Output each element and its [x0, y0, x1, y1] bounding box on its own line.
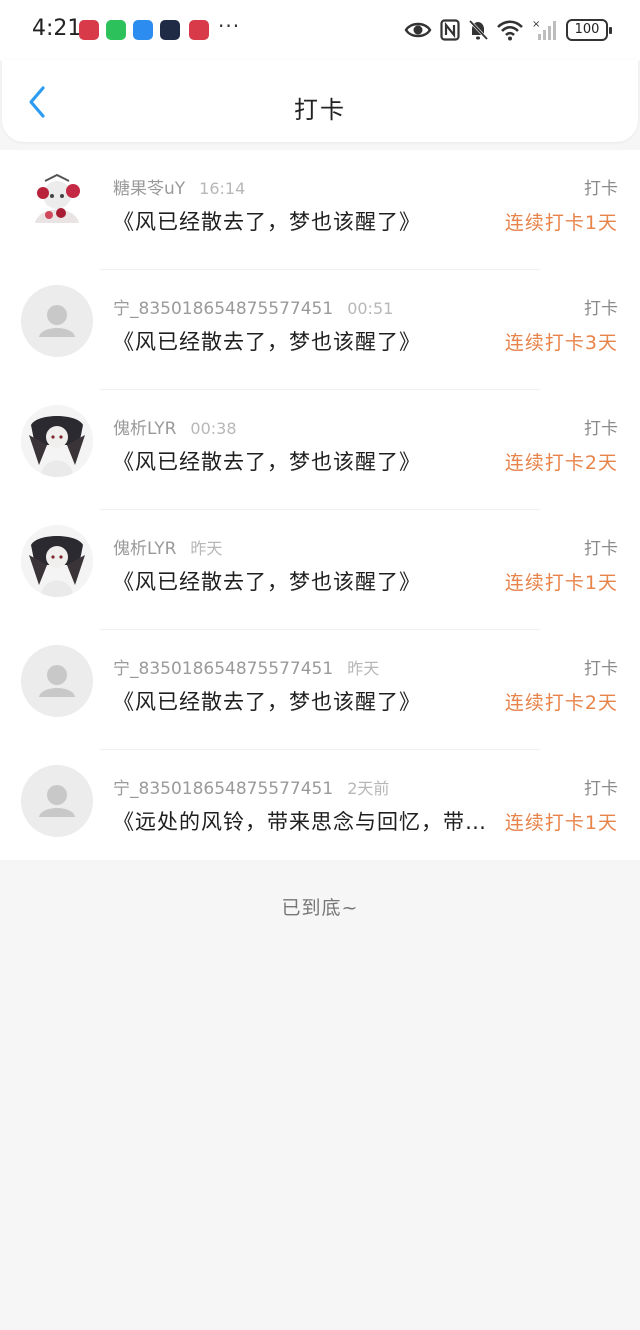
record-time: 16:14 [199, 179, 246, 198]
huawei-app-icon [189, 20, 209, 40]
signal-icon: × [532, 19, 558, 41]
record-content[interactable]: 《风已经散去了，梦也该醒了》 [113, 326, 503, 356]
default-avatar-icon[interactable] [21, 765, 93, 837]
checkin-label: 打卡 [584, 299, 618, 319]
more-notifications-icon: ··· [218, 14, 241, 38]
record-meta: 傀析LYR 00:38 [113, 414, 237, 439]
eye-icon [404, 20, 432, 40]
checkin-label: 打卡 [584, 539, 618, 559]
record-time: 昨天 [347, 659, 380, 678]
record-meta: 宁_835018654875577451 00:51 [113, 294, 393, 319]
username[interactable]: 宁_835018654875577451 [113, 659, 333, 679]
record-meta: 宁_835018654875577451 2天前 [113, 774, 389, 799]
record-meta: 宁_835018654875577451 昨天 [113, 654, 379, 679]
record-meta: 糖果苓uY 16:14 [113, 174, 245, 199]
nfc-icon [440, 19, 460, 41]
checkin-label: 打卡 [584, 659, 618, 679]
username[interactable]: 宁_835018654875577451 [113, 299, 333, 319]
svg-text:×: × [532, 19, 540, 30]
checkin-row[interactable]: 宁_835018654875577451 昨天 《风已经散去了，梦也该醒了》 打卡… [0, 630, 640, 750]
checkin-row[interactable]: 傀析LYR 昨天 《风已经散去了，梦也该醒了》 打卡 连续打卡1天 [0, 510, 640, 630]
battery-icon: 100 [566, 19, 612, 41]
record-content[interactable]: 《风已经散去了，梦也该醒了》 [113, 206, 503, 236]
streak-text: 连续打卡1天 [504, 572, 618, 594]
checkin-row[interactable]: 宁_835018654875577451 00:51 《风已经散去了，梦也该醒了》… [0, 270, 640, 390]
huawei-app-icon [79, 20, 99, 40]
avatar[interactable] [21, 165, 93, 237]
record-time: 00:38 [190, 419, 237, 438]
username[interactable]: 宁_835018654875577451 [113, 779, 333, 799]
checkin-row[interactable]: 宁_835018654875577451 2天前 《远处的风铃，带来思念与回忆，带… [0, 750, 640, 870]
username[interactable]: 傀析LYR [113, 419, 176, 439]
end-of-list-text: 已到底~ [281, 897, 359, 919]
checkin-label: 打卡 [584, 419, 618, 439]
blue-app-icon [133, 20, 153, 40]
record-time: 00:51 [347, 299, 394, 318]
username[interactable]: 傀析LYR [113, 539, 176, 559]
page-title: 打卡 [294, 96, 346, 124]
record-time: 昨天 [190, 539, 223, 558]
record-meta: 傀析LYR 昨天 [113, 534, 222, 559]
avatar[interactable] [21, 405, 93, 477]
checkin-row[interactable]: 糖果苓uY 16:14 《风已经散去了，梦也该醒了》 打卡 连续打卡1天 [0, 150, 640, 270]
wifi-icon [496, 19, 524, 41]
streak-text: 连续打卡3天 [504, 332, 618, 354]
checkin-label: 打卡 [584, 779, 618, 799]
record-content[interactable]: 《风已经散去了，梦也该醒了》 [113, 566, 503, 596]
record-content[interactable]: 《风已经散去了，梦也该醒了》 [113, 446, 503, 476]
checkin-row[interactable]: 傀析LYR 00:38 《风已经散去了，梦也该醒了》 打卡 连续打卡2天 [0, 390, 640, 510]
avatar[interactable] [21, 525, 93, 597]
bell-muted-icon [468, 19, 488, 41]
wechat-icon [106, 20, 126, 40]
checkin-label: 打卡 [584, 179, 618, 199]
checkin-list: 糖果苓uY 16:14 《风已经散去了，梦也该醒了》 打卡 连续打卡1天 宁_83… [0, 150, 640, 860]
username[interactable]: 糖果苓uY [113, 179, 185, 199]
streak-text: 连续打卡1天 [504, 212, 618, 234]
video-app-icon [160, 20, 180, 40]
default-avatar-icon[interactable] [21, 645, 93, 717]
nav-header: 打卡 [2, 60, 638, 142]
status-time: 4:21 [32, 16, 82, 41]
streak-text: 连续打卡2天 [504, 692, 618, 714]
record-content[interactable]: 《远处的风铃，带来思念与回忆，带来风的消息》 [113, 806, 503, 836]
record-content[interactable]: 《风已经散去了，梦也该醒了》 [113, 686, 503, 716]
streak-text: 连续打卡1天 [504, 812, 618, 834]
default-avatar-icon[interactable] [21, 285, 93, 357]
record-time: 2天前 [347, 779, 390, 798]
streak-text: 连续打卡2天 [504, 452, 618, 474]
status-bar: 4:21 ··· × 100 [0, 0, 640, 60]
